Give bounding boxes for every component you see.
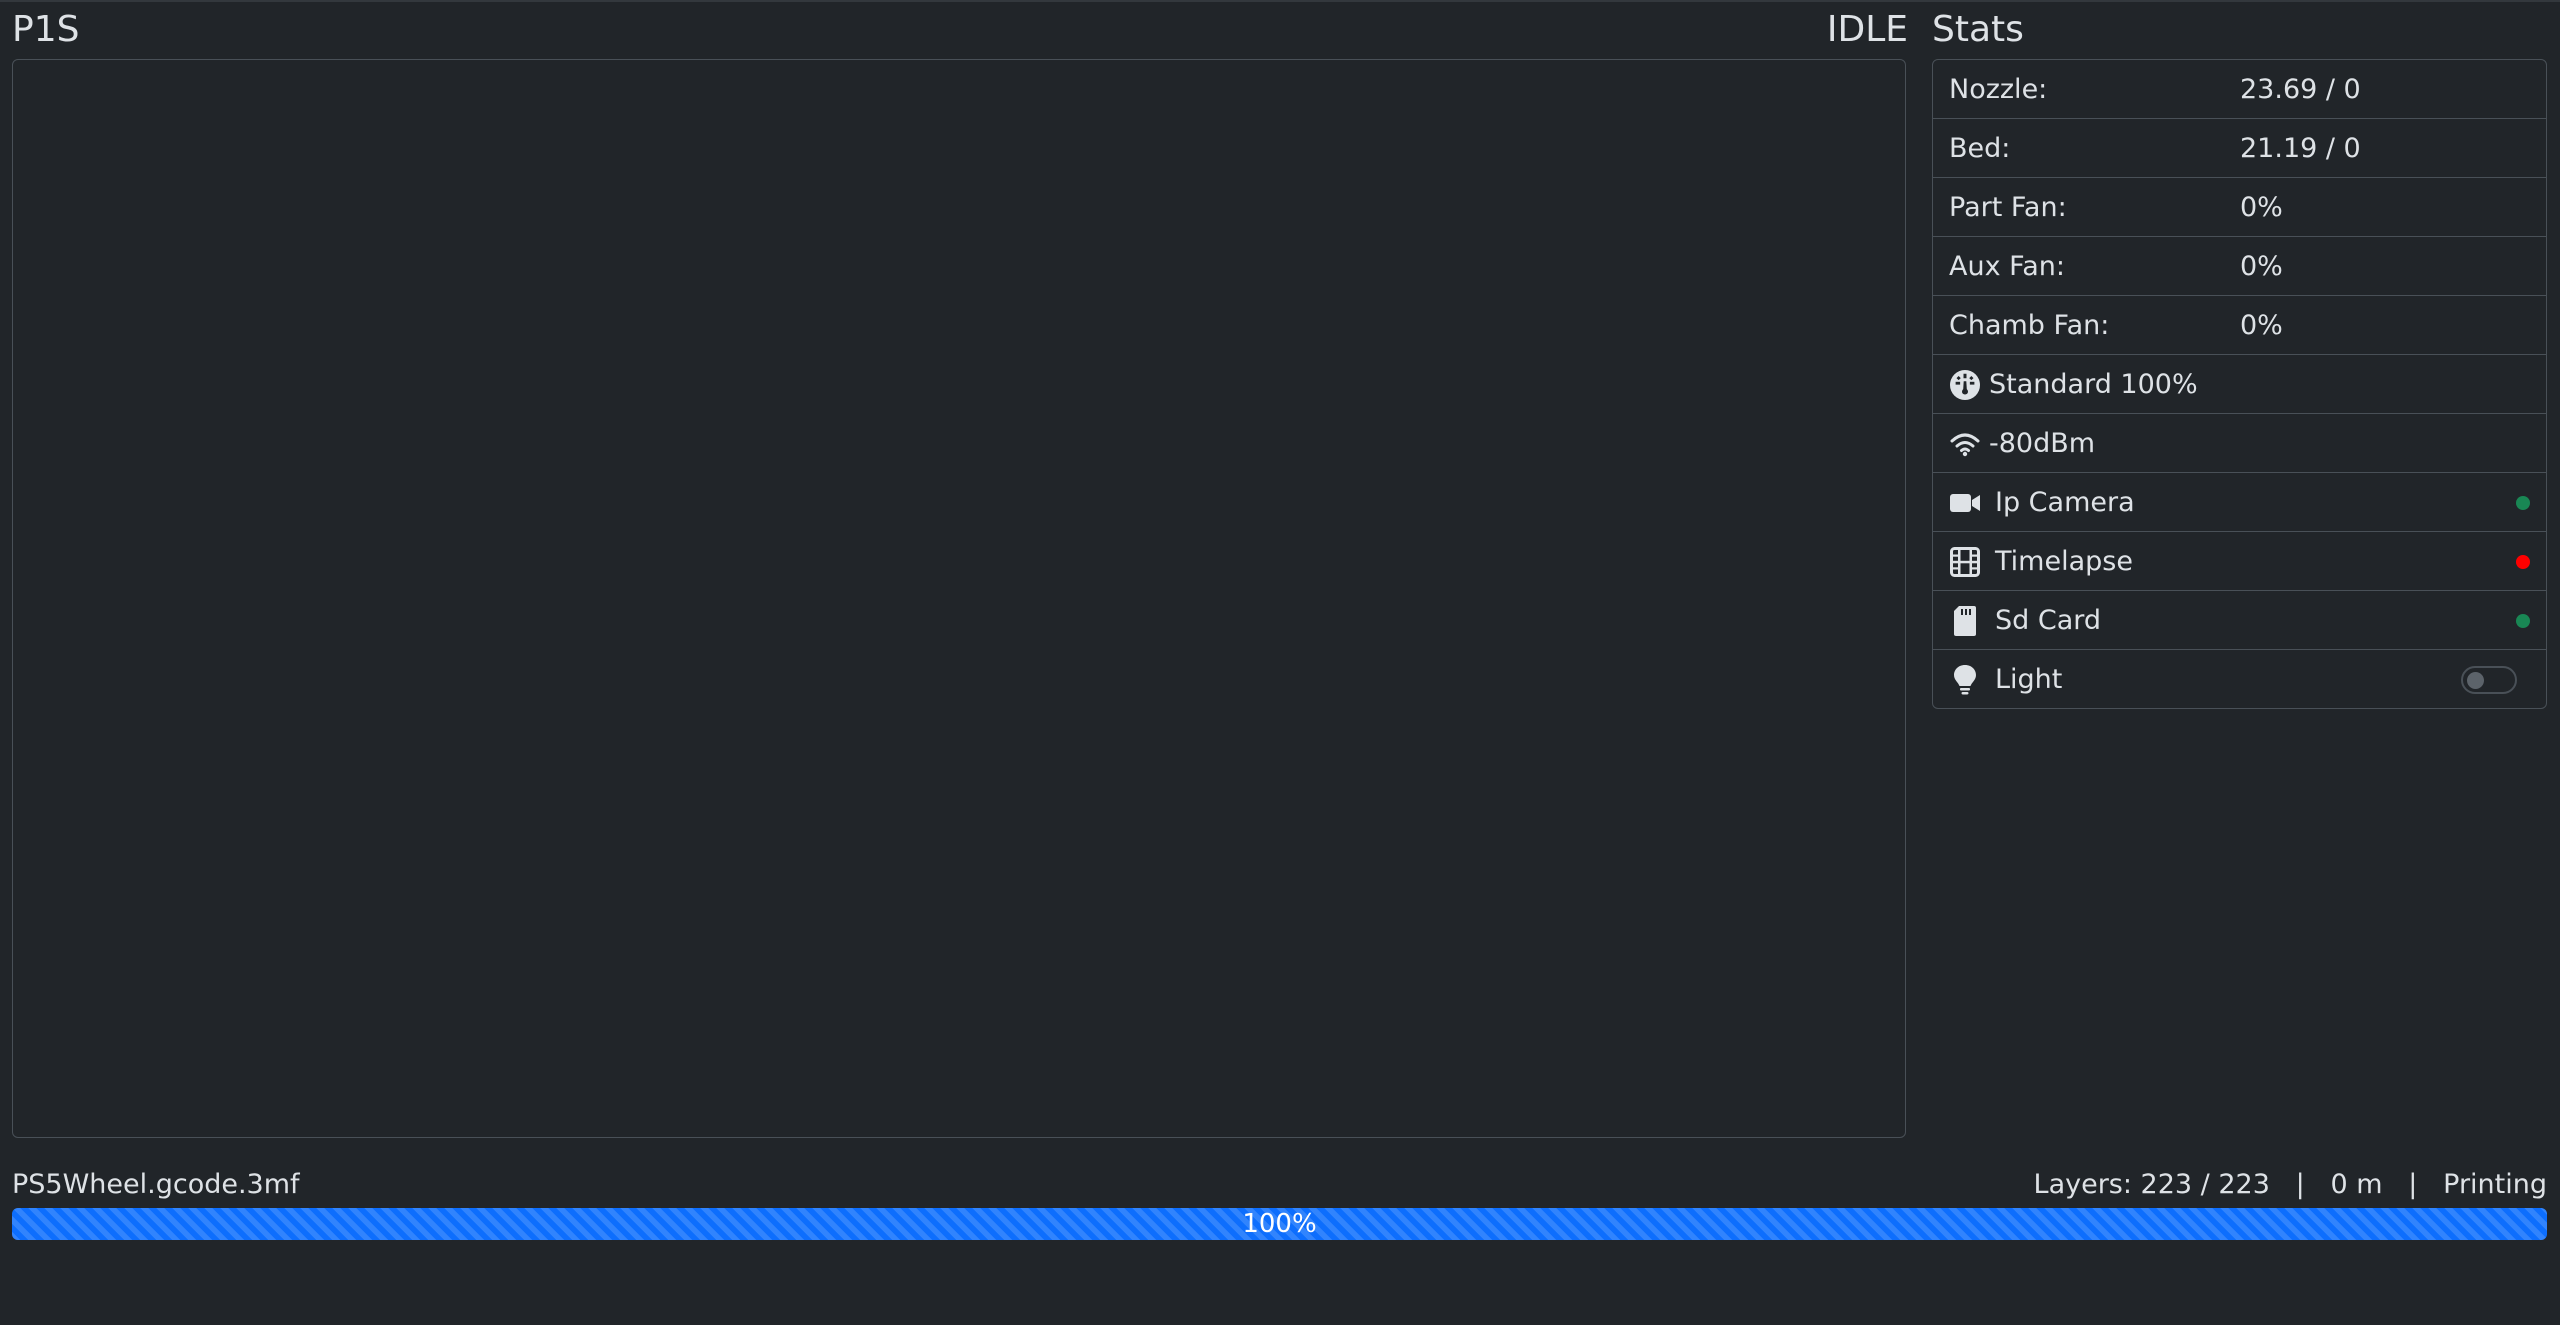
job-file-name: PS5Wheel.gcode.3mf <box>12 1169 300 1200</box>
bed-label: Bed: <box>1949 133 2011 164</box>
stats-row-aux-fan: Aux Fan: 0% <box>1933 237 2546 296</box>
chamb-fan-label: Chamb Fan: <box>1949 310 2110 341</box>
lightbulb-icon <box>1949 664 1981 696</box>
film-icon <box>1949 546 1981 578</box>
stats-row-chamb-fan: Chamb Fan: 0% <box>1933 296 2546 355</box>
nozzle-label: Nozzle: <box>1949 74 2048 105</box>
part-fan-value: 0% <box>2240 192 2283 223</box>
progress-bar: 100% <box>12 1208 2547 1240</box>
camera-view <box>12 59 1906 1138</box>
aux-fan-label: Aux Fan: <box>1949 251 2065 282</box>
job-info: Layers: 223 / 223 | 0 m | Printing <box>2033 1169 2547 1200</box>
camera-icon <box>1949 487 1981 519</box>
stats-row-part-fan: Part Fan: 0% <box>1933 178 2546 237</box>
stats-title: Stats <box>1932 9 2024 50</box>
stats-row-wifi: -80dBm <box>1933 414 2546 473</box>
chamb-fan-value: 0% <box>2240 310 2283 341</box>
sd-card-status-dot <box>2516 614 2530 628</box>
nozzle-value: 23.69 / 0 <box>2240 74 2361 105</box>
speed-label: Standard 100% <box>1989 369 2198 400</box>
stats-row-bed: Bed: 21.19 / 0 <box>1933 119 2546 178</box>
printer-name: P1S <box>12 9 80 50</box>
light-toggle-knob <box>2467 672 2484 689</box>
top-border <box>0 0 2560 2</box>
light-toggle[interactable] <box>2461 666 2517 694</box>
progress-label: 100% <box>1242 1209 1317 1239</box>
part-fan-label: Part Fan: <box>1949 192 2067 223</box>
wifi-icon <box>1949 428 1981 460</box>
light-label: Light <box>1995 664 2063 695</box>
printer-header: P1S IDLE <box>12 8 1908 56</box>
stats-row-ip-camera: Ip Camera <box>1933 473 2546 532</box>
aux-fan-value: 0% <box>2240 251 2283 282</box>
stats-row-nozzle: Nozzle: 23.69 / 0 <box>1933 60 2546 119</box>
wifi-label: -80dBm <box>1989 428 2096 459</box>
speedometer-icon <box>1949 369 1981 401</box>
stats-table: Nozzle: 23.69 / 0 Bed: 21.19 / 0 Part Fa… <box>1932 59 2547 709</box>
stats-row-sd-card: Sd Card <box>1933 591 2546 650</box>
ip-camera-status-dot <box>2516 496 2530 510</box>
stats-row-light: Light <box>1933 650 2546 708</box>
stats-row-speed[interactable]: Standard 100% <box>1933 355 2546 414</box>
ip-camera-label: Ip Camera <box>1995 487 2135 518</box>
bed-value: 21.19 / 0 <box>2240 133 2361 164</box>
printer-state: IDLE <box>1826 9 1908 50</box>
stats-row-timelapse: Timelapse <box>1933 532 2546 591</box>
sd-card-icon <box>1949 605 1981 637</box>
timelapse-status-dot <box>2516 555 2530 569</box>
timelapse-label: Timelapse <box>1995 546 2133 577</box>
sd-card-label: Sd Card <box>1995 605 2102 636</box>
